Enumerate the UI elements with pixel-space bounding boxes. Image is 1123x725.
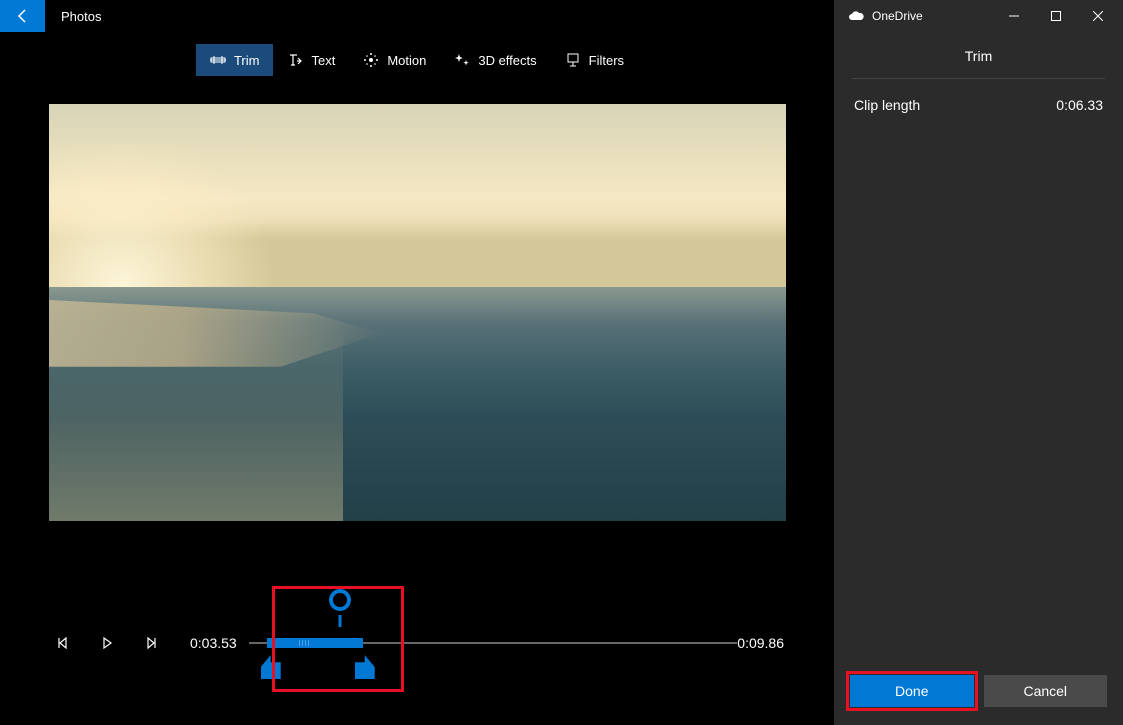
panel-heading: Trim xyxy=(852,32,1105,79)
close-button[interactable] xyxy=(1077,2,1119,30)
back-arrow-icon xyxy=(15,8,31,24)
maximize-button[interactable] xyxy=(1035,2,1077,30)
next-frame-button[interactable] xyxy=(138,630,164,656)
app-title: Photos xyxy=(61,9,101,24)
tool-text[interactable]: Text xyxy=(273,44,349,76)
play-icon xyxy=(100,636,114,650)
back-button[interactable] xyxy=(0,0,45,32)
prev-frame-icon xyxy=(56,636,70,650)
trim-region[interactable] xyxy=(267,638,363,648)
current-time: 0:03.53 xyxy=(190,635,237,651)
cancel-button[interactable]: Cancel xyxy=(984,675,1108,707)
timeline[interactable] xyxy=(249,623,738,663)
next-frame-icon xyxy=(144,636,158,650)
end-time: 0:09.86 xyxy=(737,635,784,651)
motion-icon xyxy=(363,52,379,68)
tool-motion-label: Motion xyxy=(387,53,426,68)
playhead[interactable] xyxy=(329,589,351,611)
tool-3d-effects[interactable]: 3D effects xyxy=(440,44,550,76)
close-icon xyxy=(1093,11,1103,21)
video-preview[interactable] xyxy=(49,104,786,521)
clip-length-value: 0:06.33 xyxy=(1056,97,1103,113)
tool-filters[interactable]: Filters xyxy=(551,44,638,76)
previous-frame-button[interactable] xyxy=(50,630,76,656)
trim-icon xyxy=(210,52,226,68)
tool-text-label: Text xyxy=(311,53,335,68)
text-icon xyxy=(287,52,303,68)
minimize-button[interactable] xyxy=(993,2,1035,30)
edit-toolbar: Trim Text Motion 3D effects Filters xyxy=(0,44,834,76)
filters-icon xyxy=(565,52,581,68)
onedrive-icon xyxy=(848,11,864,21)
tool-trim[interactable]: Trim xyxy=(196,44,274,76)
minimize-icon xyxy=(1009,11,1019,21)
trim-end-handle[interactable] xyxy=(355,655,375,679)
maximize-icon xyxy=(1051,11,1061,21)
tool-motion[interactable]: Motion xyxy=(349,44,440,76)
play-button[interactable] xyxy=(94,630,120,656)
tool-trim-label: Trim xyxy=(234,53,260,68)
sparkle-icon xyxy=(454,52,470,68)
trim-start-handle[interactable] xyxy=(261,655,281,679)
clip-length-label: Clip length xyxy=(854,97,920,113)
tool-3d-label: 3D effects xyxy=(478,53,536,68)
tool-filters-label: Filters xyxy=(589,53,624,68)
panel-app-name: OneDrive xyxy=(872,9,993,23)
done-button[interactable]: Done xyxy=(850,675,974,707)
